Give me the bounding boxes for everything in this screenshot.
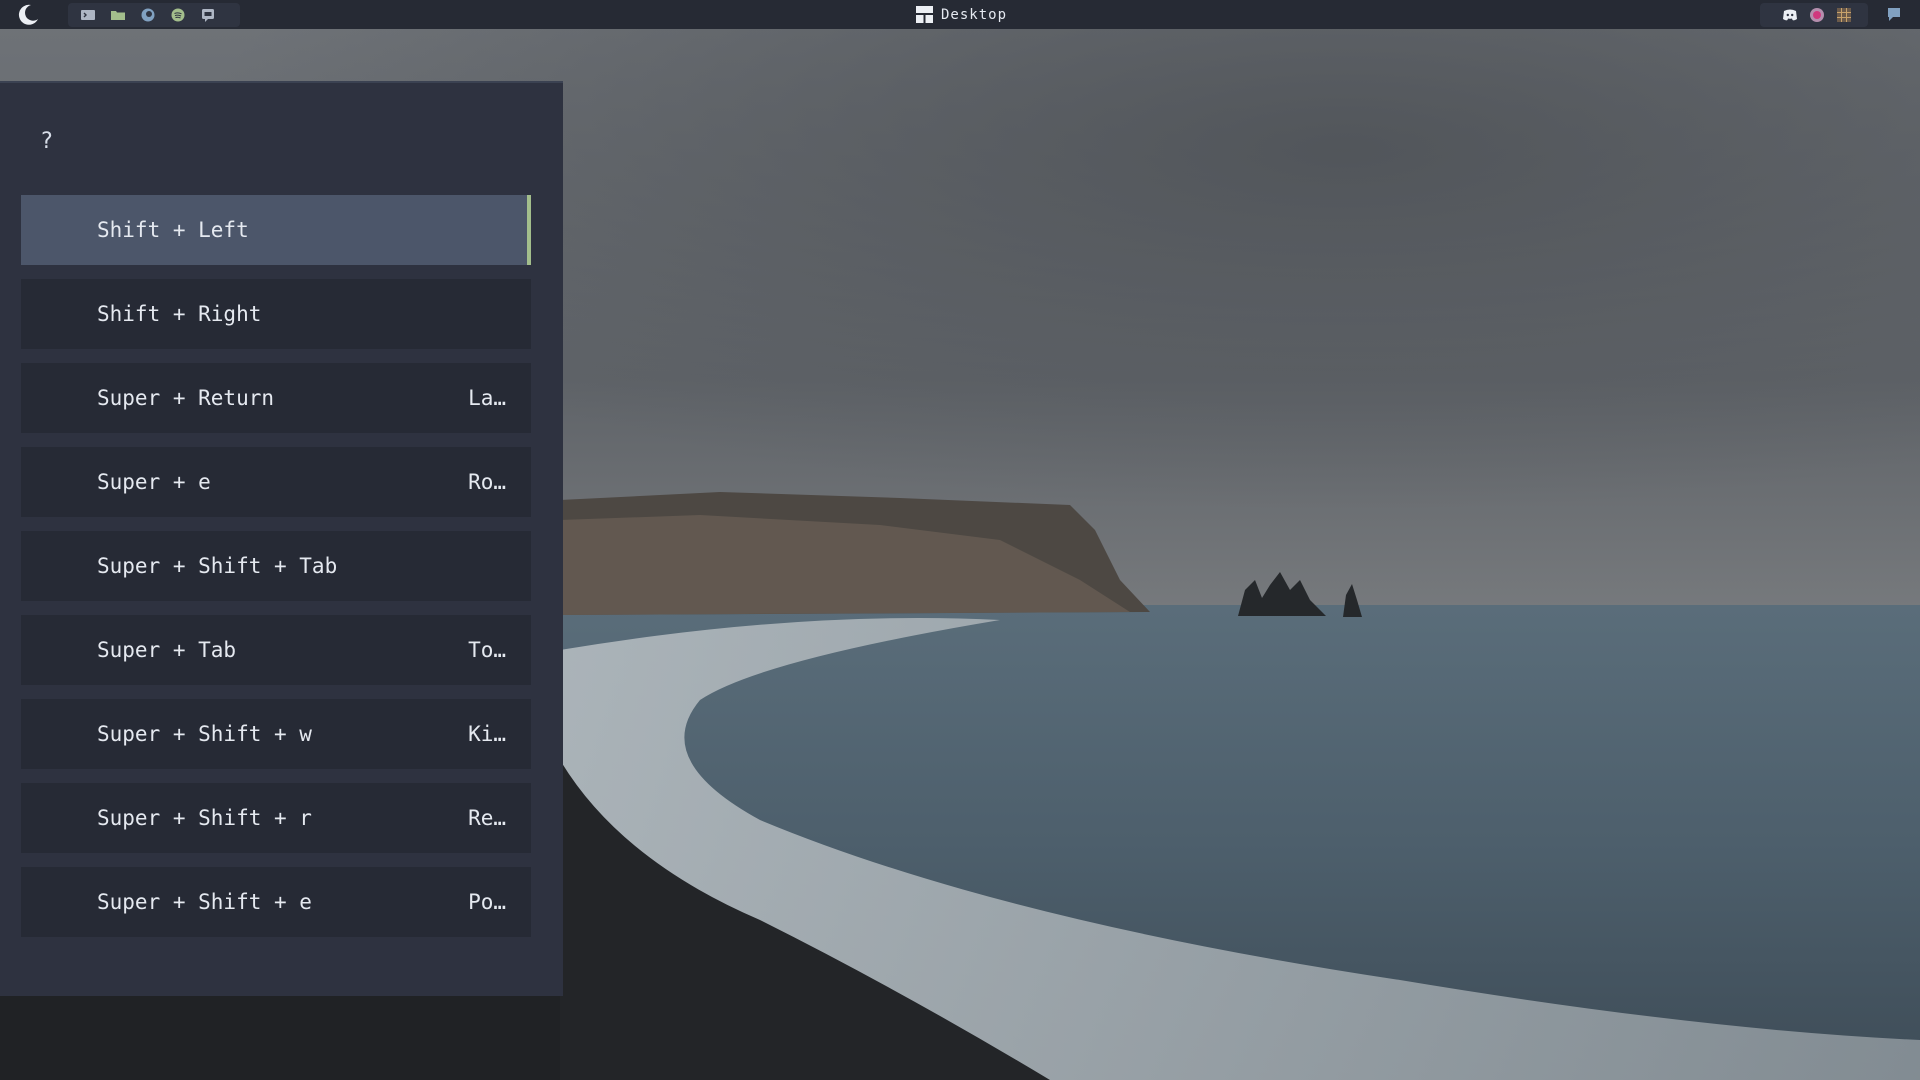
keybind-entry[interactable]: Shift + Left (21, 195, 531, 265)
color-picker-icon[interactable] (1809, 7, 1825, 23)
keybind-key: Shift + Left (97, 218, 249, 242)
keybind-entry[interactable]: Super + Return La… (21, 363, 531, 433)
keybind-entry[interactable]: Super + Shift + r Re… (21, 783, 531, 853)
window-title-text: Desktop (941, 6, 1008, 23)
keybind-entry[interactable]: Super + Shift + Tab (21, 531, 531, 601)
keybind-description: La… (468, 386, 506, 410)
keybind-description: To… (468, 638, 506, 662)
keybind-description: Re… (468, 806, 506, 830)
tiling-layout-icon (916, 6, 933, 23)
moon-icon[interactable] (16, 3, 40, 27)
desktop: Desktop ? Shift + Left Shift + Right Sup… (0, 0, 1920, 1080)
keybind-entry[interactable]: Super + Shift + e Po… (21, 867, 531, 937)
keybind-key: Super + Shift + r (97, 806, 312, 830)
window-title: Desktop (916, 0, 1007, 29)
keybind-key: Super + Tab (97, 638, 237, 662)
keybind-key: Super + Shift + w (97, 722, 312, 746)
chat-icon[interactable] (200, 7, 216, 23)
keybind-entry[interactable]: Super + Shift + w Ki… (21, 699, 531, 769)
keybind-key: Shift + Right (97, 302, 262, 326)
app-launcher-group (68, 3, 240, 27)
system-tray (1760, 3, 1868, 27)
keybind-description: Ro… (468, 470, 506, 494)
discord-icon[interactable] (1782, 7, 1798, 23)
keybind-key: Super + Shift + Tab (97, 554, 338, 578)
firefox-icon[interactable] (140, 7, 156, 23)
keybind-key: Super + Shift + e (97, 890, 312, 914)
folder-icon[interactable] (110, 7, 126, 23)
search-prompt[interactable]: ? (40, 129, 53, 154)
spotify-icon[interactable] (170, 7, 186, 23)
terminal-icon[interactable] (80, 7, 96, 23)
keybind-launcher-panel: ? Shift + Left Shift + Right Super + Ret… (0, 81, 563, 996)
keybind-entry[interactable]: Super + e Ro… (21, 447, 531, 517)
keybind-key: Super + e (97, 470, 211, 494)
grid-icon[interactable] (1836, 7, 1852, 23)
keybind-description: Po… (468, 890, 506, 914)
keybind-key: Super + Return (97, 386, 275, 410)
notification-icon[interactable] (1886, 6, 1902, 22)
keybind-entry[interactable]: Super + Tab To… (21, 615, 531, 685)
keybind-entry[interactable]: Shift + Right (21, 279, 531, 349)
keybind-description: Ki… (468, 722, 506, 746)
top-bar: Desktop (0, 0, 1920, 29)
